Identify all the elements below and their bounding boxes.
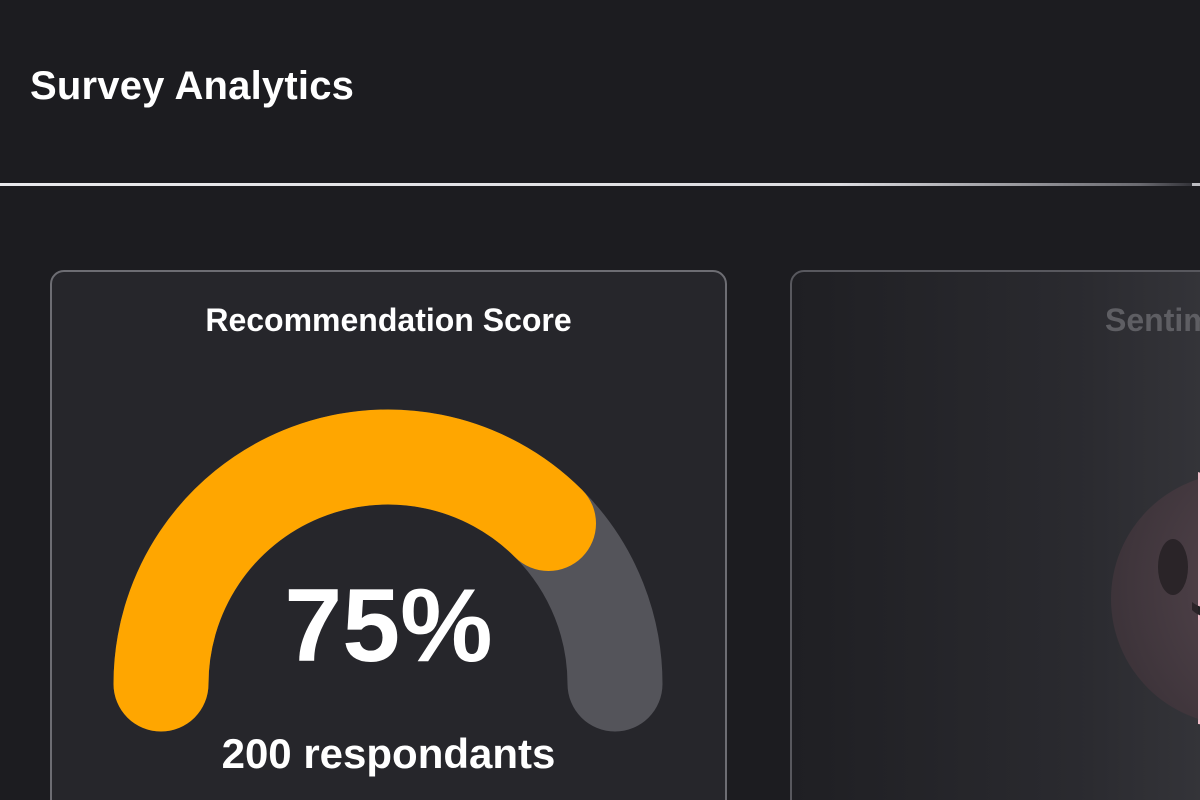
smiley-face-icon — [1111, 472, 1200, 725]
recommendation-gauge — [113, 409, 663, 732]
survey-analytics-page: Survey Analytics Recommendation Score 75… — [0, 0, 1200, 800]
recommendation-score-card: Recommendation Score 75% 200 respondants — [50, 270, 727, 800]
header-divider — [0, 183, 1200, 186]
face-circle — [1111, 478, 1200, 720]
respondents-count: 200 respondants — [221, 730, 556, 777]
face-eye-icon — [1158, 539, 1188, 595]
gauge-value: 75% — [284, 568, 493, 684]
header-divider-end — [1192, 183, 1200, 186]
page-title: Survey Analytics — [30, 64, 355, 108]
sentiment-card: Sentim — [790, 270, 1200, 800]
